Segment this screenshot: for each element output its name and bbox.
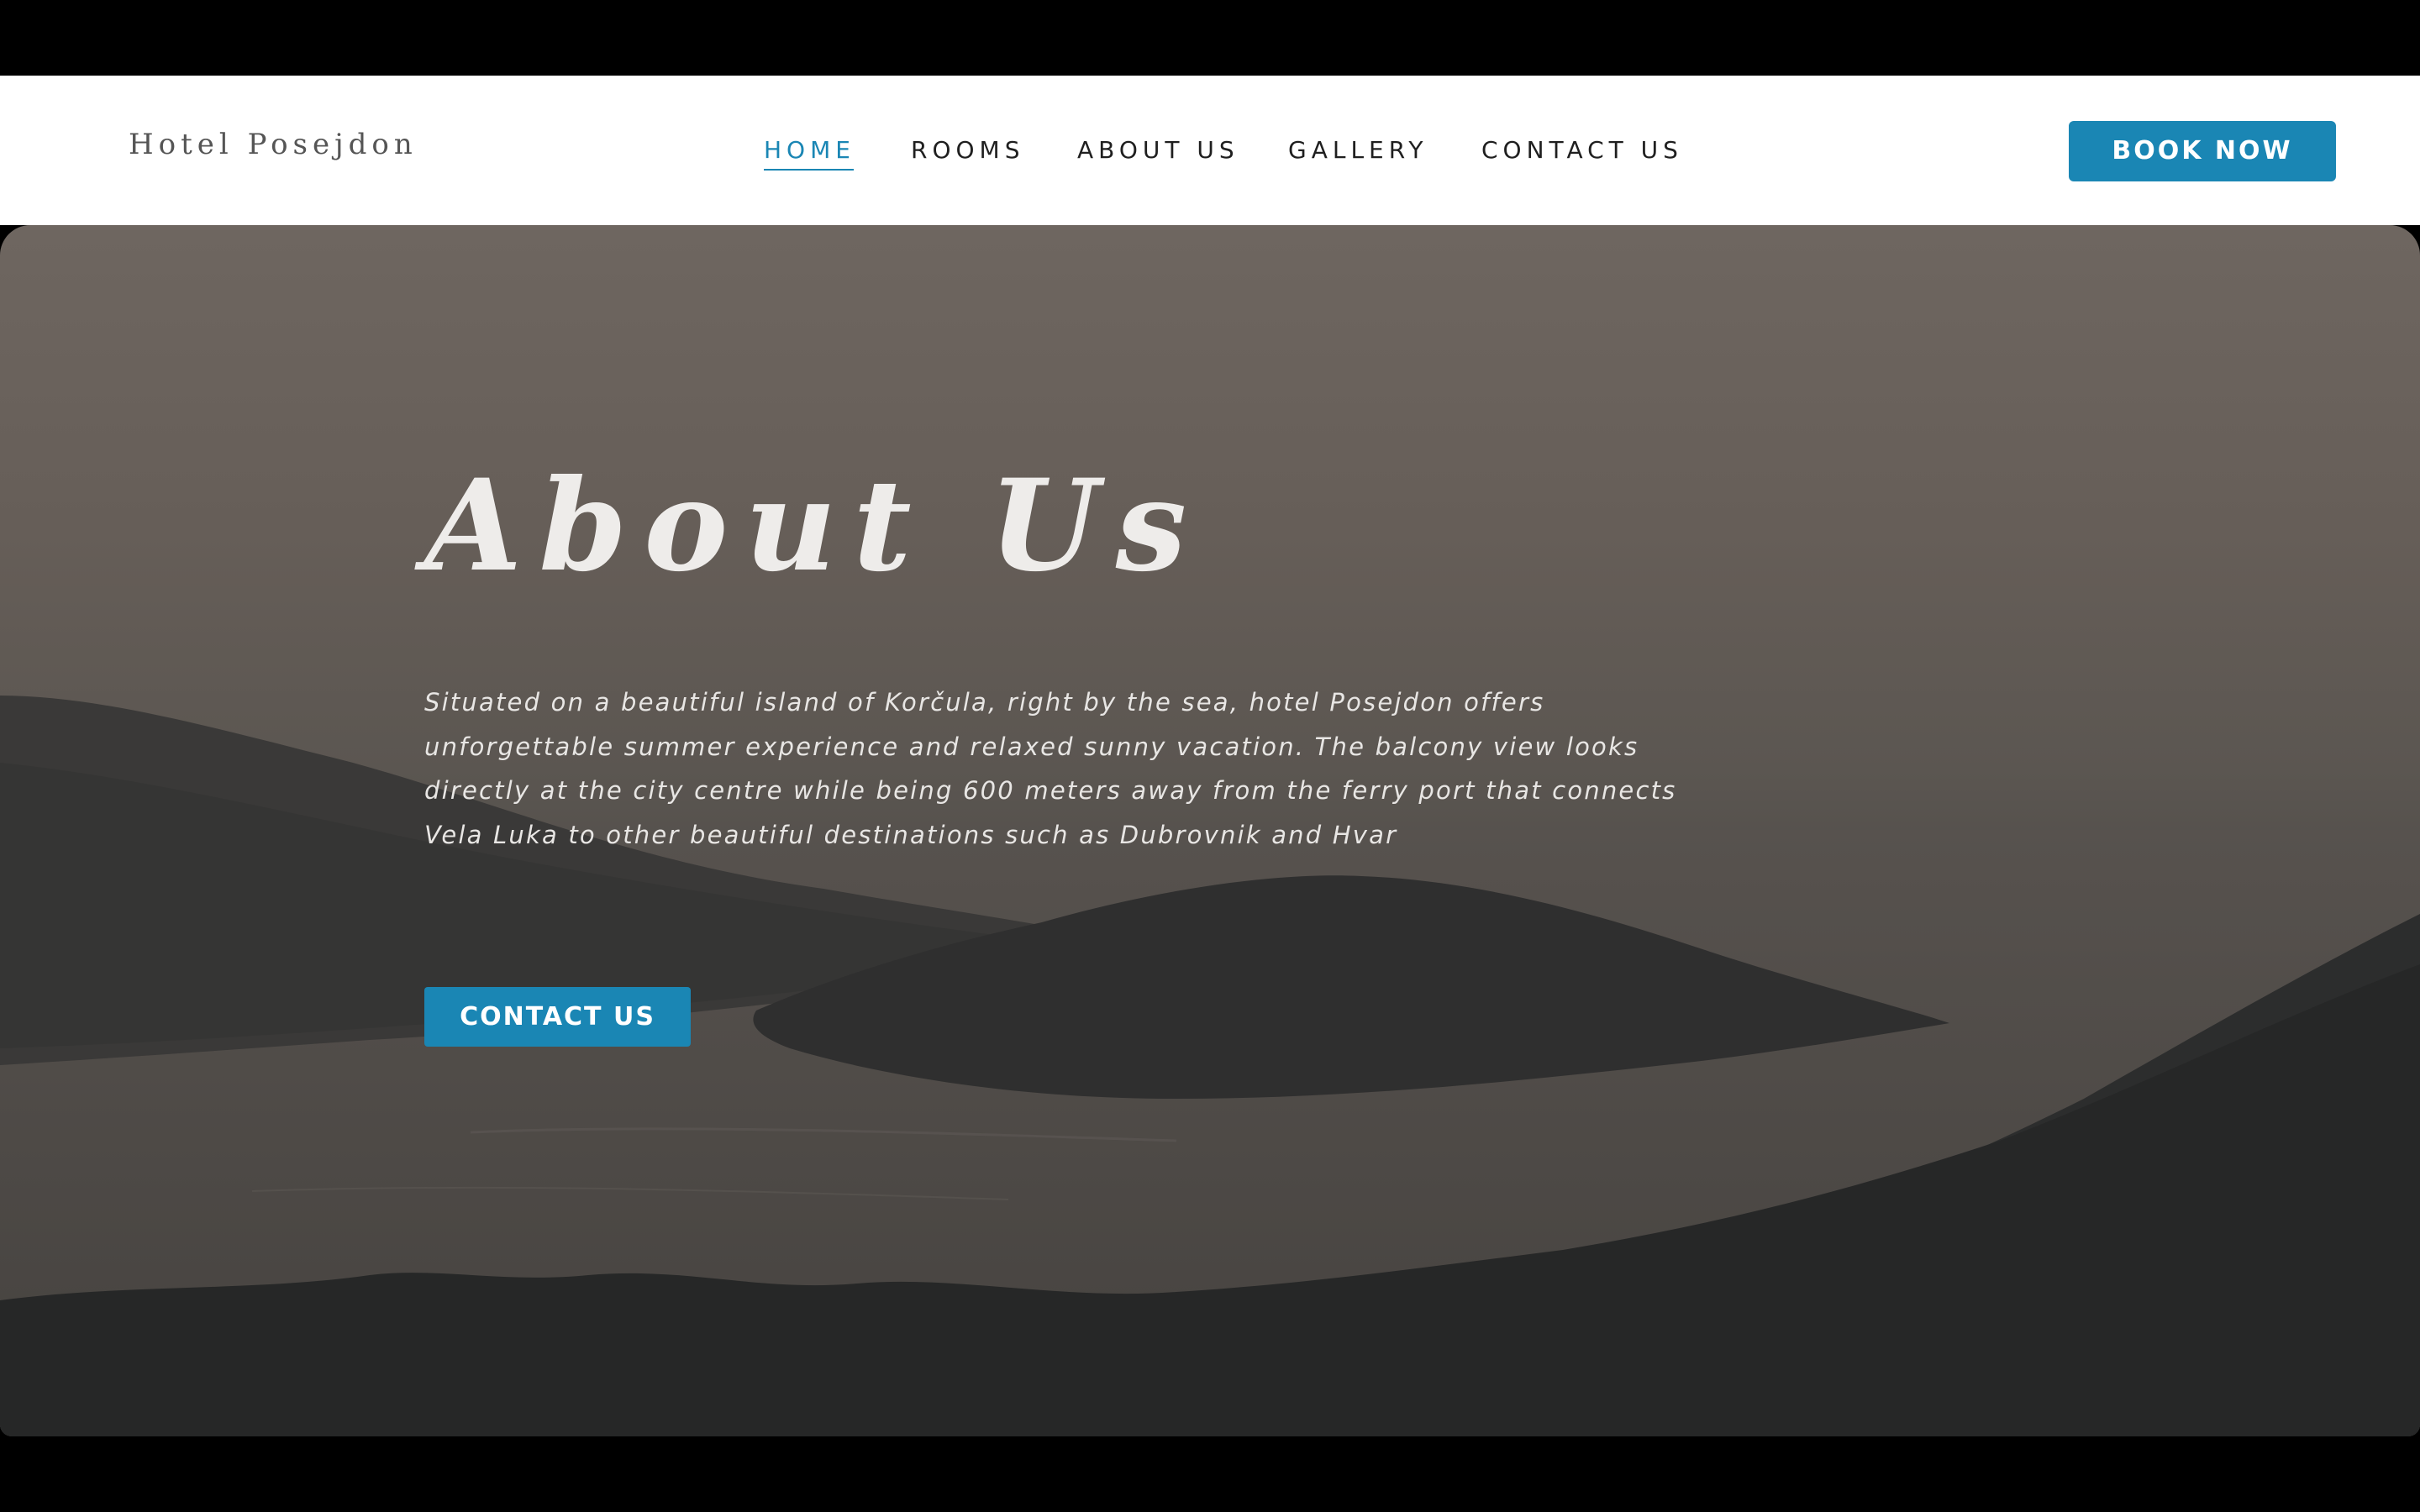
nav-rooms[interactable]: ROOMS	[911, 136, 1024, 164]
hero-section: About Us Situated on a beautiful island …	[0, 225, 2420, 1436]
hero-title: About Us	[424, 452, 1204, 600]
top-letterbox	[0, 0, 2420, 76]
bottom-letterbox	[0, 1436, 2420, 1512]
contact-us-button[interactable]: CONTACT US	[424, 987, 691, 1047]
nav-gallery[interactable]: GALLERY	[1288, 136, 1428, 164]
site-header: Hotel Posejdon HOME ROOMS ABOUT US GALLE…	[0, 76, 2420, 225]
nav-about-us[interactable]: ABOUT US	[1077, 136, 1239, 164]
active-nav-underline	[764, 169, 854, 171]
book-now-button[interactable]: BOOK NOW	[2069, 121, 2336, 181]
nav-home[interactable]: HOME	[764, 136, 855, 164]
nav-contact-us[interactable]: CONTACT US	[1481, 136, 1683, 164]
main-nav: HOME ROOMS ABOUT US GALLERY CONTACT US	[0, 76, 2420, 225]
hero-description: Situated on a beautiful island of Korčul…	[424, 688, 1677, 849]
